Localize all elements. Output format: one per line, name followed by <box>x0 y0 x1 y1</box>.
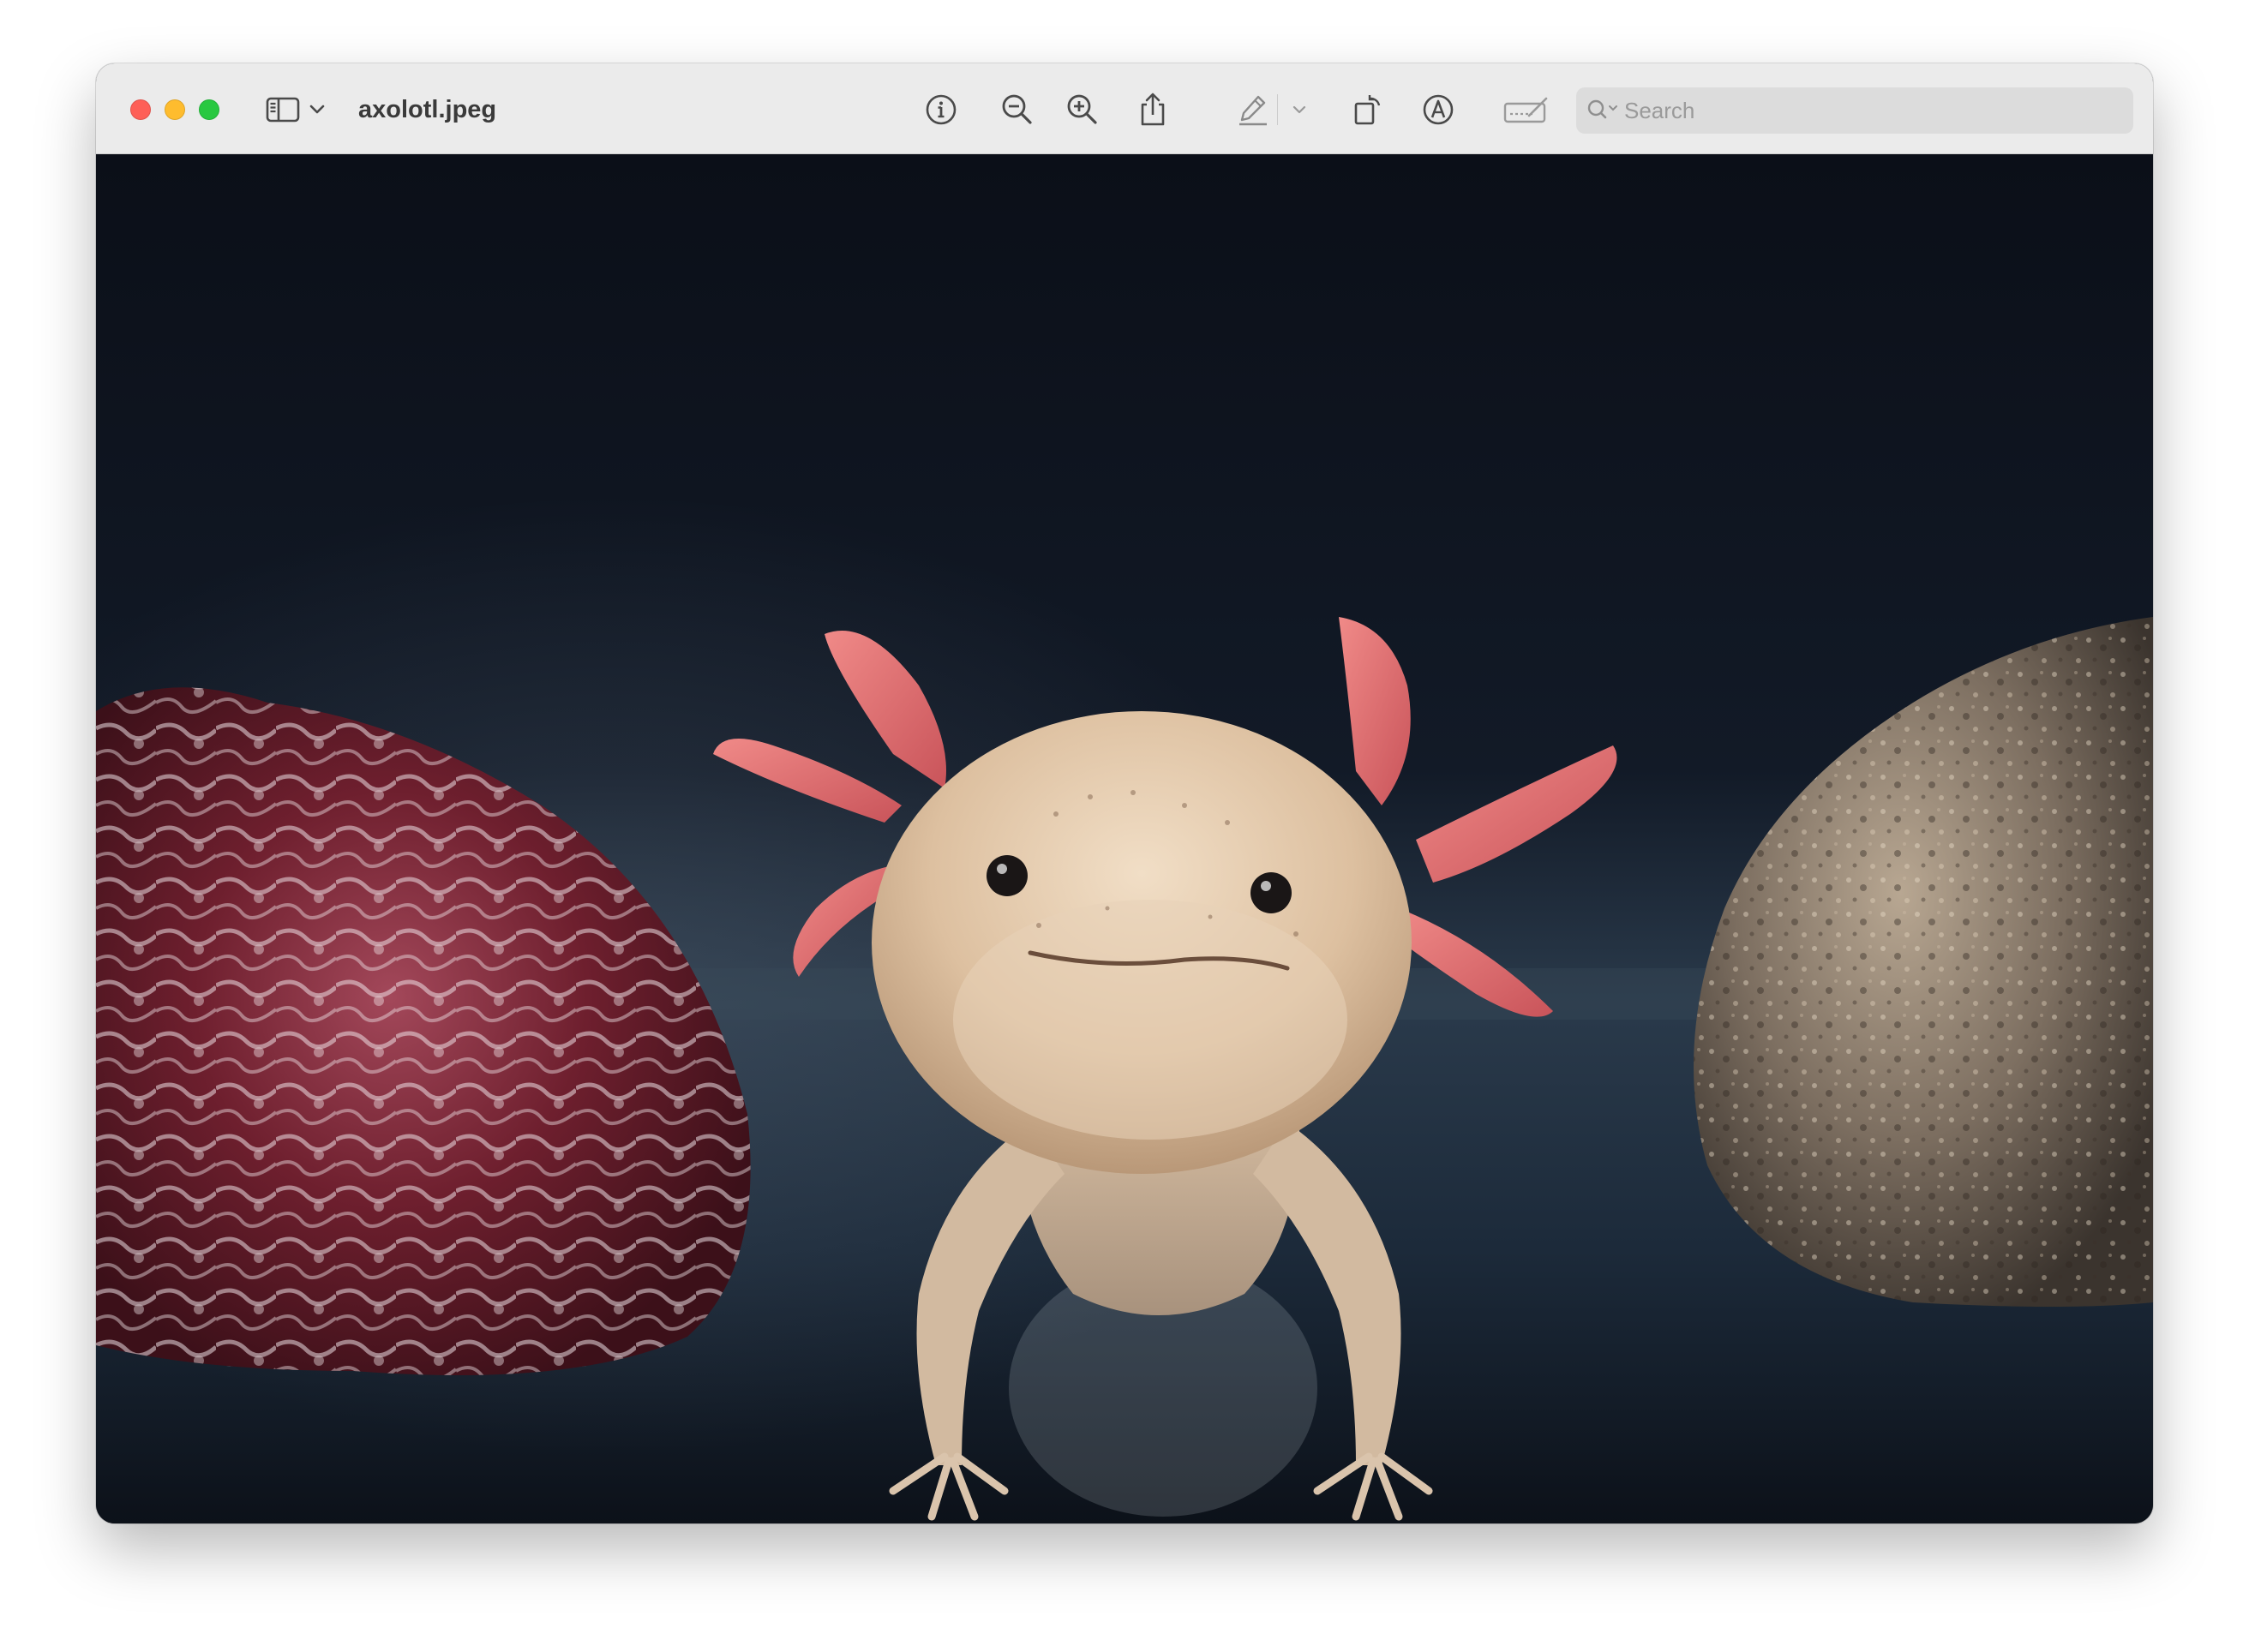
search-icon <box>1583 91 1622 130</box>
sidebar-menu-button[interactable] <box>302 89 333 130</box>
search-placeholder: Search <box>1624 98 1695 123</box>
share-button[interactable] <box>1132 89 1173 130</box>
pen-icon <box>1239 95 1267 126</box>
zoom-out-icon <box>1002 94 1032 124</box>
preview-window: axolotl.jpeg Search <box>96 63 2153 1523</box>
document-title: axolotl.jpeg <box>358 96 497 123</box>
image-canvas <box>96 154 2153 1523</box>
zoom-out-button[interactable] <box>997 89 1038 130</box>
zoom-in-icon <box>1067 94 1097 124</box>
toolbar-divider <box>1277 94 1278 125</box>
search-field[interactable]: Search <box>1576 87 2133 134</box>
chevron-down-icon <box>309 105 325 114</box>
info-button[interactable] <box>921 89 962 130</box>
sidebar-toggle-button[interactable] <box>262 89 303 130</box>
signature-icon <box>1503 97 1548 123</box>
share-icon <box>1141 93 1165 126</box>
close-button[interactable] <box>130 99 151 120</box>
minimize-button[interactable] <box>165 99 185 120</box>
signature-button[interactable] <box>1502 89 1550 130</box>
titlebar: axolotl.jpeg Search <box>96 63 2153 154</box>
markup-button[interactable] <box>1232 89 1274 130</box>
maximize-button[interactable] <box>199 99 219 120</box>
info-icon <box>926 94 957 125</box>
zoom-in-button[interactable] <box>1062 89 1103 130</box>
annotate-button[interactable] <box>1418 89 1459 130</box>
rotate-icon <box>1354 95 1381 125</box>
markup-circle-icon <box>1423 94 1454 125</box>
rotate-button[interactable] <box>1347 89 1388 130</box>
chevron-down-icon <box>1292 105 1306 114</box>
markup-menu-button[interactable] <box>1284 89 1315 130</box>
sidebar-icon <box>266 97 300 123</box>
axolotl-photo <box>96 154 2153 1523</box>
